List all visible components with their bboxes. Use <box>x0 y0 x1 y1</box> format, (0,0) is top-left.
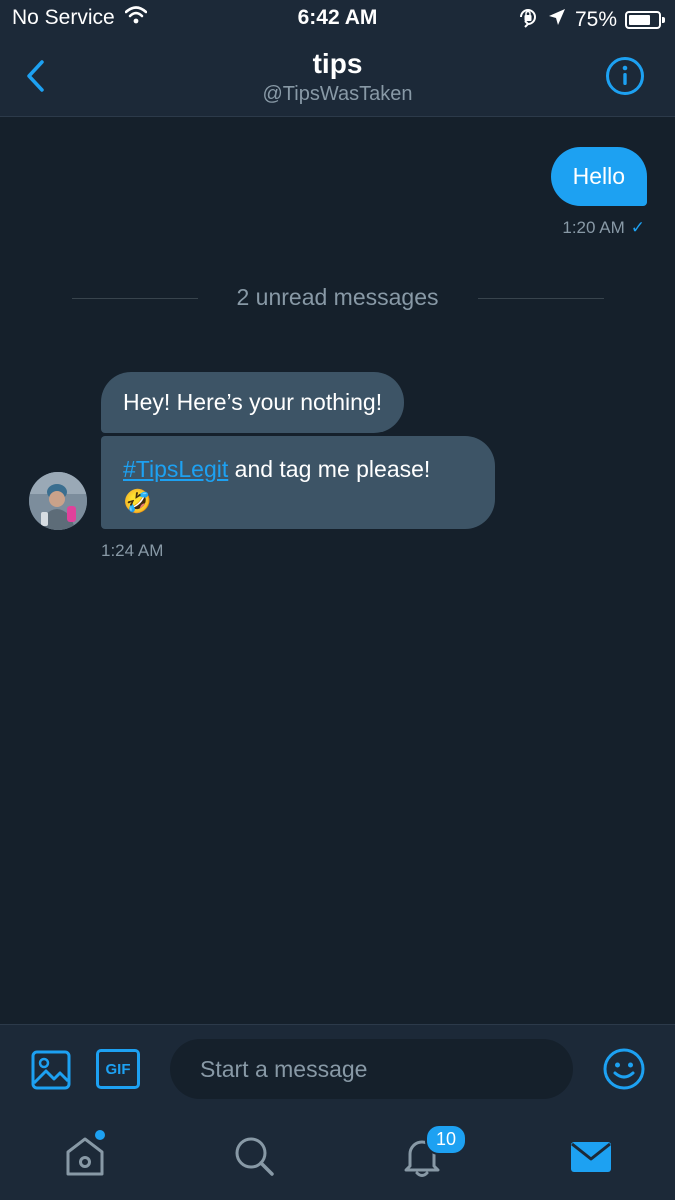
notifications-badge: 10 <box>425 1124 468 1155</box>
message-input[interactable] <box>170 1039 573 1099</box>
outgoing-message-meta: 1:20 AM ✓ <box>562 218 645 238</box>
message-text: and tag me please! <box>228 456 431 482</box>
incoming-timestamp: 1:24 AM <box>101 541 164 560</box>
search-icon <box>235 1137 274 1176</box>
conversation-handle: @TipsWasTaken <box>262 83 413 105</box>
tab-search[interactable] <box>230 1132 278 1180</box>
conversation-title[interactable]: tips <box>0 48 675 80</box>
image-button[interactable] <box>30 1049 72 1091</box>
sent-check-icon: ✓ <box>630 218 645 237</box>
battery-icon <box>625 11 665 29</box>
orientation-lock-icon <box>517 6 539 34</box>
outgoing-timestamp: 1:20 AM <box>562 218 625 237</box>
tab-bar: 10 <box>0 1118 675 1200</box>
hashtag-link[interactable]: #TipsLegit <box>123 456 228 482</box>
rofl-emoji: 🤣 <box>123 488 152 514</box>
avatar-image <box>29 472 87 530</box>
battery-percent: 75% <box>574 8 617 31</box>
gif-button[interactable]: GIF <box>96 1049 140 1089</box>
incoming-message-bubble[interactable]: #TipsLegit and tag me please! 🤣 <box>101 436 495 529</box>
incoming-message-bubble[interactable]: Hey! Here’s your nothing! <box>101 372 405 433</box>
battery-fill <box>629 15 650 25</box>
unread-divider-label: 2 unread messages <box>236 284 439 310</box>
status-bar: No Service 6:42 AM 75% <box>0 0 675 38</box>
image-icon <box>31 1050 71 1090</box>
outgoing-message-bubble[interactable]: Hello <box>550 147 647 206</box>
emoji-button[interactable] <box>602 1047 646 1091</box>
location-arrow-icon <box>547 7 567 33</box>
info-button[interactable] <box>605 56 645 96</box>
mail-icon <box>571 1142 611 1172</box>
battery-tip <box>662 17 665 23</box>
sender-avatar[interactable] <box>29 472 87 530</box>
emoji-icon <box>603 1048 645 1090</box>
tab-messages[interactable] <box>567 1132 615 1180</box>
status-right: 75% <box>517 6 665 34</box>
home-new-indicator <box>95 1130 105 1140</box>
info-icon <box>606 57 644 95</box>
conversation-header: tips @TipsWasTaken <box>0 38 675 117</box>
message-composer: GIF <box>0 1024 675 1119</box>
